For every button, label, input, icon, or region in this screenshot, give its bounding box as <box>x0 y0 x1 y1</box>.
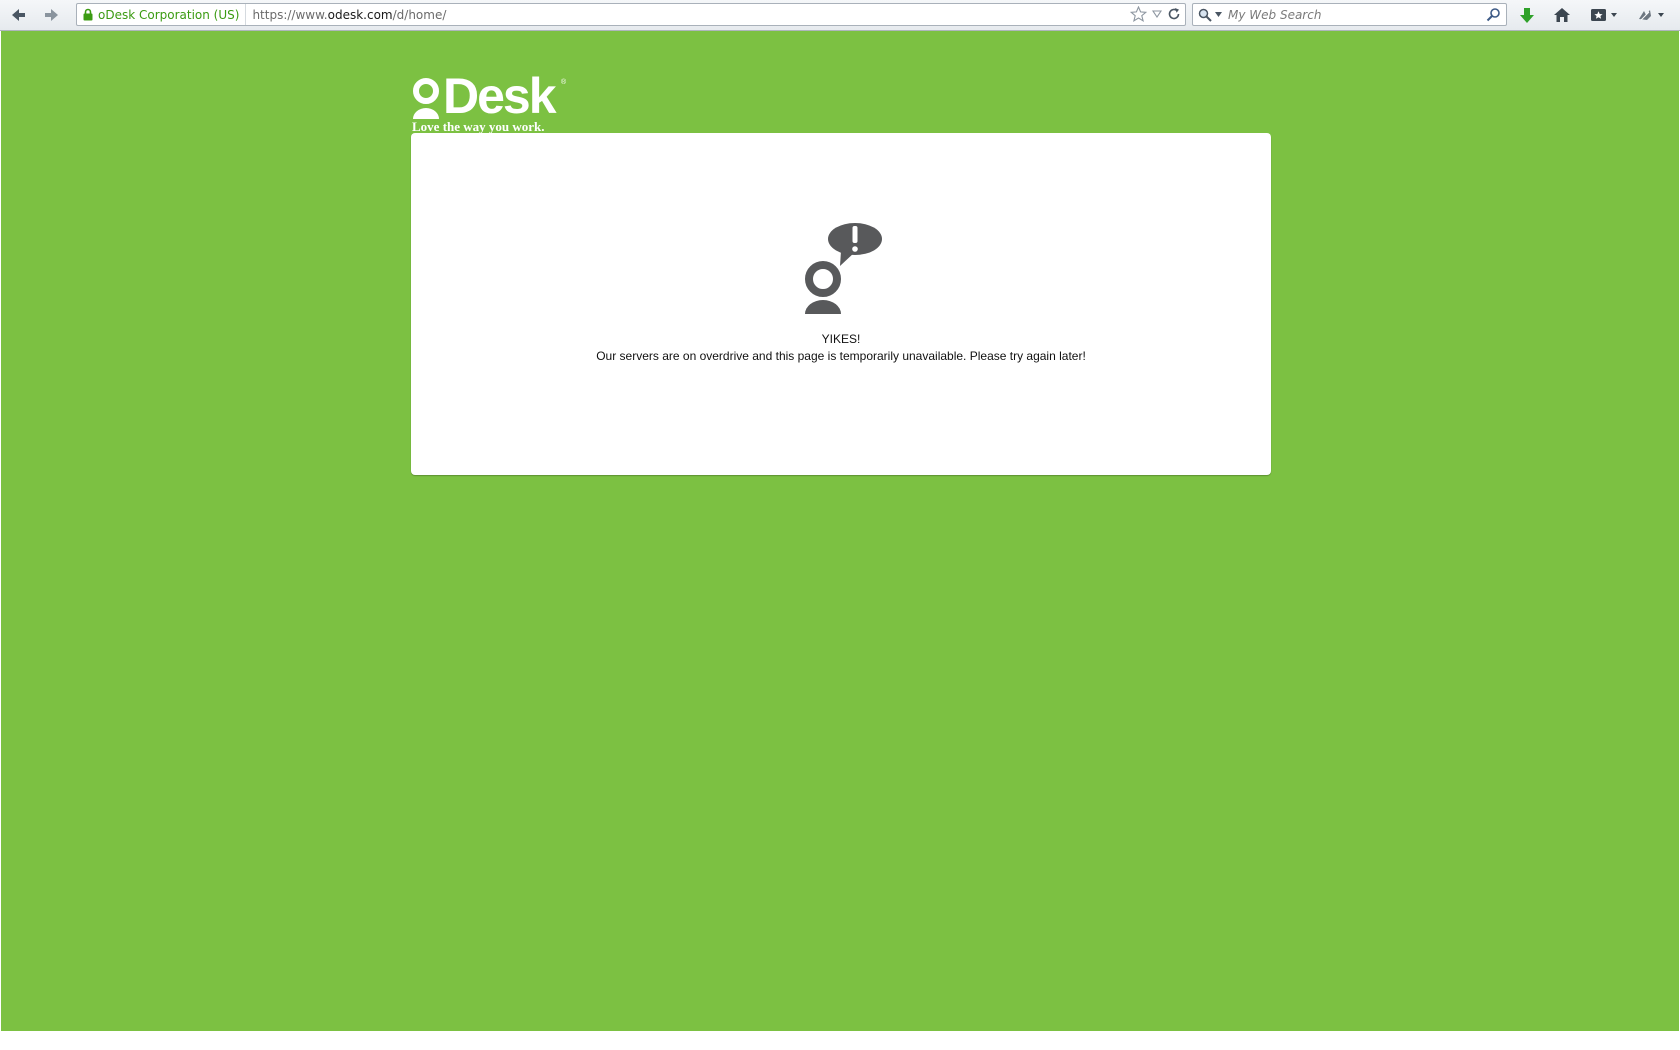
search-go-icon[interactable] <box>1486 7 1501 22</box>
search-input[interactable] <box>1228 7 1473 22</box>
url-text[interactable]: https://www.odesk.com/d/home/ <box>252 8 446 22</box>
odesk-logo-wordmark: oDesk Desk <box>411 68 557 124</box>
search-bar[interactable] <box>1192 3 1507 26</box>
lock-icon <box>83 8 93 21</box>
logo-text-rest: Desk <box>443 68 557 124</box>
status-strip <box>0 1031 1680 1050</box>
bookmarks-menu-icon <box>1591 9 1617 21</box>
logo-registered-mark: ® <box>561 79 567 86</box>
addon-button[interactable] <box>1637 5 1667 25</box>
downloads-button[interactable] <box>1519 5 1535 25</box>
back-button[interactable] <box>6 4 30 26</box>
reload-icon[interactable] <box>1167 7 1181 21</box>
logo-o-person-icon <box>413 78 439 119</box>
person-exclamation-speech-bubble-icon <box>805 223 882 314</box>
url-bar[interactable]: oDesk Corporation (US) https://www.odesk… <box>76 3 1186 26</box>
url-host: odesk.com <box>327 7 393 22</box>
error-card: YIKES! Our servers are on overdrive and … <box>411 133 1271 475</box>
star-icon[interactable] <box>1130 6 1147 22</box>
forward-button[interactable] <box>40 4 64 26</box>
home-icon <box>1554 8 1570 22</box>
search-engine-selector[interactable] <box>1193 8 1222 22</box>
back-arrow-icon <box>12 9 25 21</box>
site-identity-label: oDesk Corporation (US) <box>98 7 240 22</box>
home-button[interactable] <box>1553 5 1571 25</box>
error-title: YIKES! <box>821 332 861 346</box>
download-arrow-icon <box>1520 7 1534 23</box>
site-identity[interactable]: oDesk Corporation (US) <box>77 4 247 25</box>
url-bar-icons <box>1130 6 1181 22</box>
chevron-down-icon <box>1215 12 1222 17</box>
page-content: oDesk Desk ® Love the way you work. YIKE… <box>1 31 1679 1031</box>
addon-icon <box>1639 10 1664 21</box>
odesk-logo[interactable]: oDesk Desk ® Love the way you work. <box>411 68 571 135</box>
forward-arrow-icon <box>45 9 58 21</box>
browser-toolbar: oDesk Corporation (US) https://www.odesk… <box>0 0 1680 31</box>
url-path: /d/home/ <box>392 7 447 22</box>
error-message: Our servers are on overdrive and this pa… <box>596 349 1086 363</box>
magnifier-icon <box>1198 8 1212 22</box>
url-prefix: https://www. <box>252 7 328 22</box>
dropdown-triangle-icon[interactable] <box>1151 8 1163 20</box>
bookmarks-menu-button[interactable] <box>1590 5 1618 25</box>
